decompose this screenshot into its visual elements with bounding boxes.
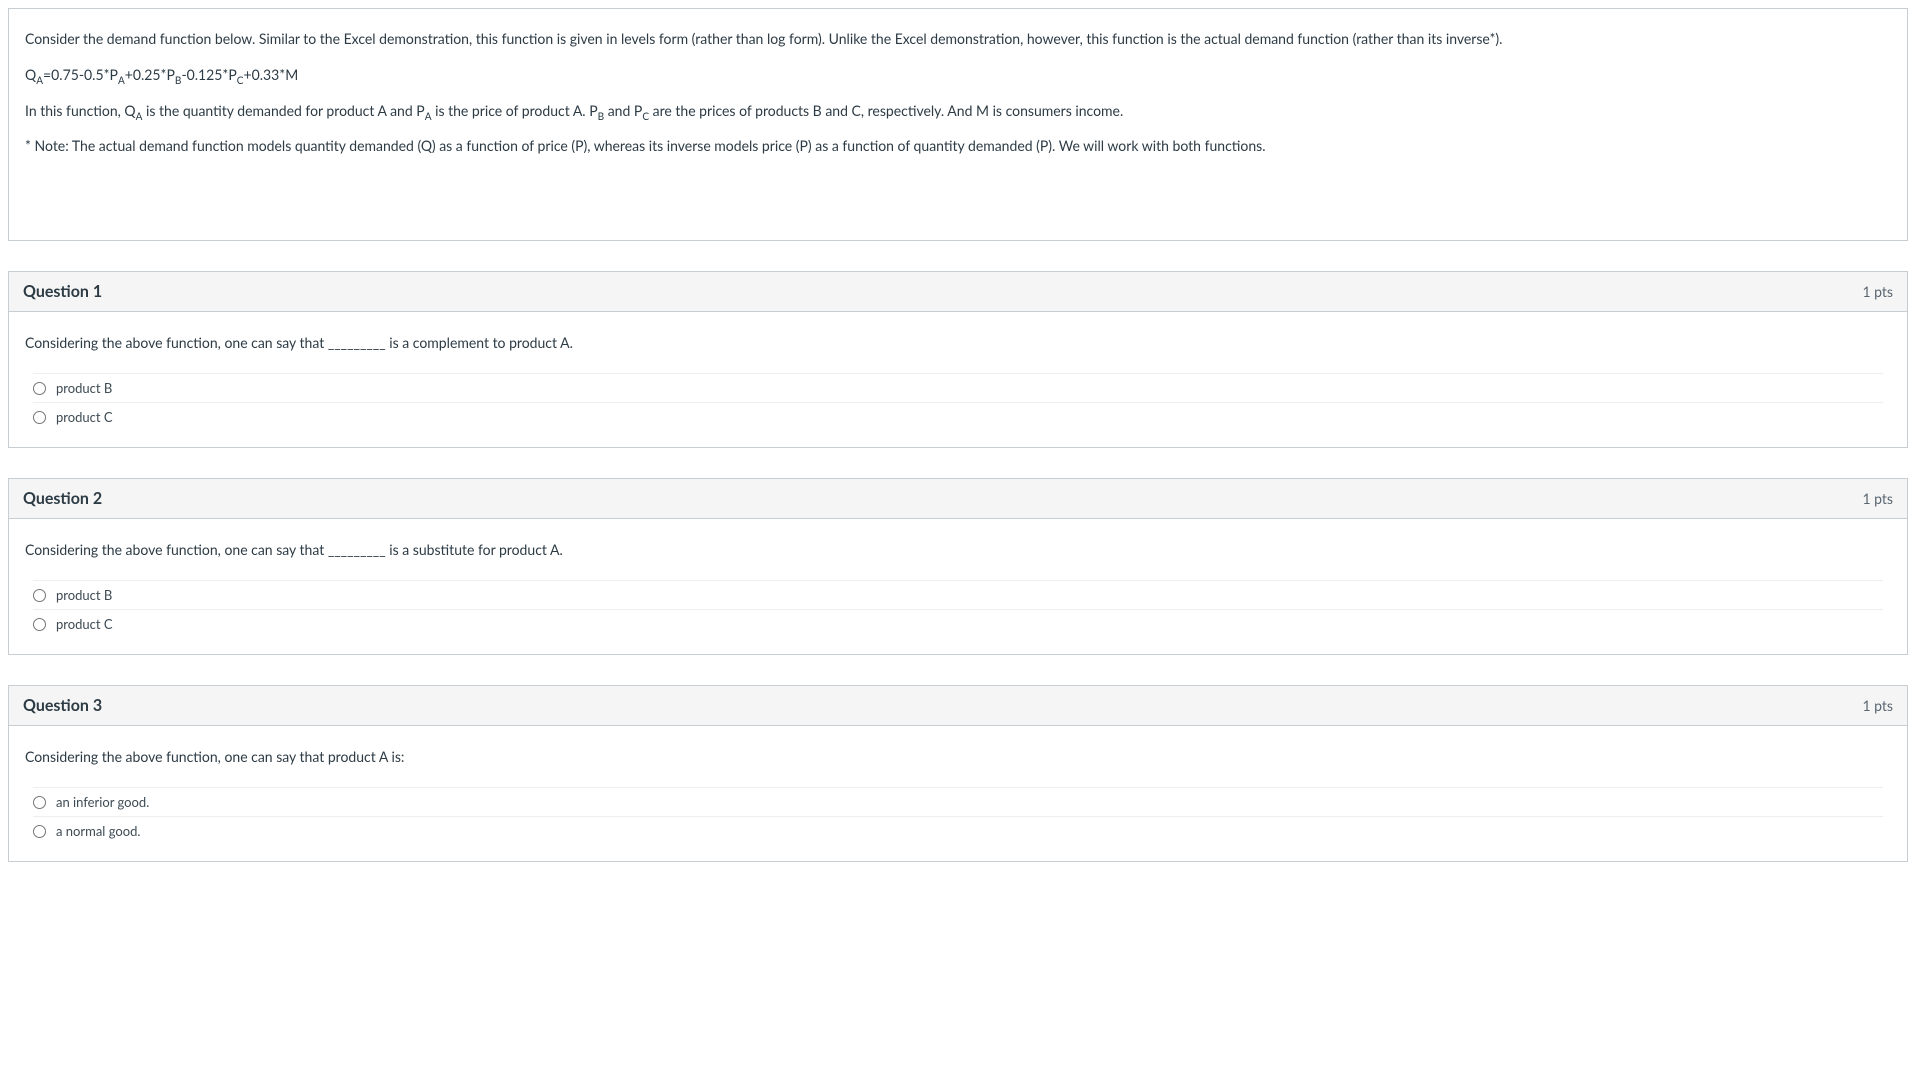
option-label[interactable]: an inferior good.	[56, 794, 149, 810]
question-1-option-1[interactable]: product C	[33, 402, 1883, 431]
radio-input[interactable]	[33, 382, 46, 395]
option-label[interactable]: product C	[56, 409, 113, 425]
radio-input[interactable]	[33, 825, 46, 838]
question-2-option-1[interactable]: product C	[33, 609, 1883, 638]
formula-sub1: A	[118, 75, 125, 87]
question-3-title: Question 3	[23, 696, 102, 715]
option-label[interactable]: product B	[56, 587, 112, 603]
question-2-option-0[interactable]: product B	[33, 580, 1883, 609]
question-3-option-1[interactable]: a normal good.	[33, 816, 1883, 845]
question-2-header: Question 2 1 pts	[9, 479, 1907, 519]
option-label[interactable]: product C	[56, 616, 113, 632]
formula-plus033m: +0.33*M	[244, 66, 299, 83]
question-1-title: Question 1	[23, 282, 102, 301]
question-3-box: Question 3 1 pts Considering the above f…	[8, 685, 1908, 862]
intro-formula: QA=0.75-0.5*PA+0.25*PB-0.125*PC+0.33*M	[25, 63, 1891, 87]
formula-lhs-var: Q	[25, 66, 36, 83]
question-2-prompt: Considering the above function, one can …	[25, 541, 1891, 558]
intro-paragraph-4: * Note: The actual demand function model…	[25, 134, 1891, 158]
question-3-option-0[interactable]: an inferior good.	[33, 787, 1883, 816]
formula-sub3: C	[237, 75, 244, 87]
question-intro-box: Consider the demand function below. Simi…	[8, 8, 1908, 241]
radio-input[interactable]	[33, 411, 46, 424]
question-1-body: Considering the above function, one can …	[9, 312, 1907, 447]
question-1-answers: product B product C	[33, 373, 1883, 431]
question-3-prompt: Considering the above function, one can …	[25, 748, 1891, 765]
question-1-prompt: Considering the above function, one can …	[25, 334, 1891, 351]
question-1-option-0[interactable]: product B	[33, 373, 1883, 402]
radio-input[interactable]	[33, 618, 46, 631]
intro-paragraph-3: In this function, QA is the quantity dem…	[25, 99, 1891, 123]
question-1-points: 1 pts	[1862, 283, 1893, 300]
radio-input[interactable]	[33, 589, 46, 602]
question-2-points: 1 pts	[1862, 490, 1893, 507]
option-label[interactable]: product B	[56, 380, 112, 396]
question-1-header: Question 1 1 pts	[9, 272, 1907, 312]
radio-input[interactable]	[33, 796, 46, 809]
question-2-box: Question 2 1 pts Considering the above f…	[8, 478, 1908, 655]
question-2-body: Considering the above function, one can …	[9, 519, 1907, 654]
question-3-answers: an inferior good. a normal good.	[33, 787, 1883, 845]
intro-paragraph-1: Consider the demand function below. Simi…	[25, 27, 1891, 51]
formula-eq: =0.75-0.5*P	[43, 66, 118, 83]
formula-plus025: +0.25*P	[125, 66, 175, 83]
formula-minus0125: -0.125*P	[181, 66, 236, 83]
question-3-body: Considering the above function, one can …	[9, 726, 1907, 861]
question-3-points: 1 pts	[1862, 697, 1893, 714]
question-3-header: Question 3 1 pts	[9, 686, 1907, 726]
question-2-answers: product B product C	[33, 580, 1883, 638]
question-2-title: Question 2	[23, 489, 102, 508]
option-label[interactable]: a normal good.	[56, 823, 140, 839]
question-1-box: Question 1 1 pts Considering the above f…	[8, 271, 1908, 448]
